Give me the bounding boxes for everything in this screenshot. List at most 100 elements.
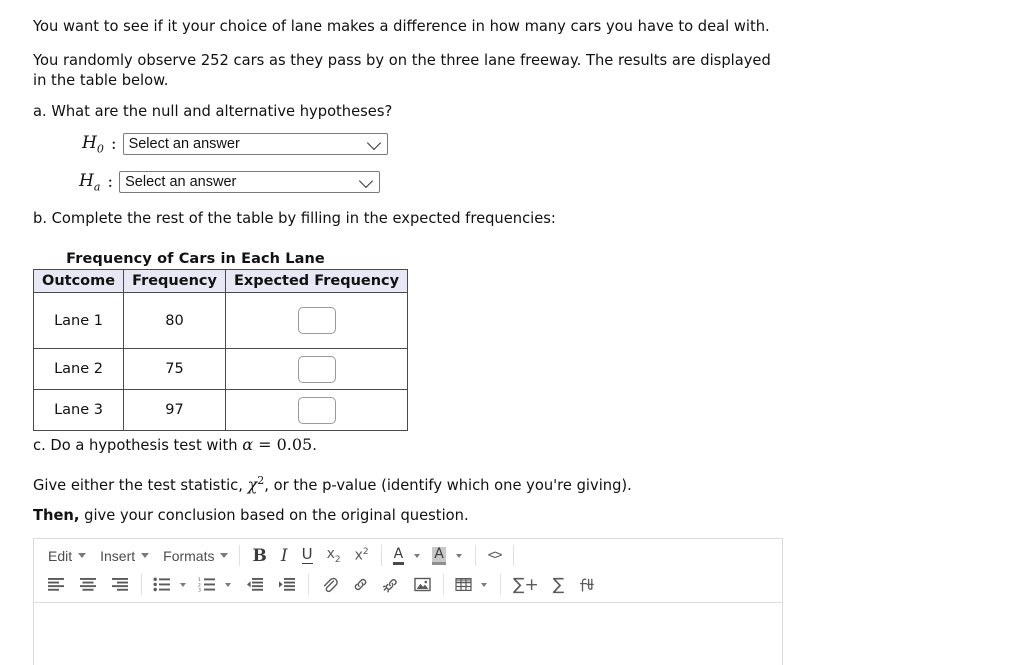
equals-symbol: = <box>253 435 277 454</box>
expected-frequency-input-lane-3[interactable] <box>297 396 336 424</box>
outdent-icon <box>247 578 263 591</box>
bullet-list-button[interactable] <box>147 572 174 597</box>
rich-text-editor: Edit Insert Formats B I U x2 x2 A A <> 1… <box>33 538 783 665</box>
toolbar-separator <box>513 545 515 566</box>
cell-outcome: Lane 1 <box>32 292 125 349</box>
table-row: Lane 2 75 <box>32 348 409 390</box>
part-c-text: c. Do a hypothesis test with <box>33 437 243 454</box>
toolbar-separator <box>500 574 501 595</box>
null-hypothesis-label: H0 <box>82 133 104 156</box>
source-code-button[interactable]: <> <box>481 543 509 568</box>
toolbar-separator <box>308 574 309 595</box>
svg-text:3: 3 <box>198 587 201 592</box>
edit-menu-label: Edit <box>48 547 73 564</box>
header-frequency: Frequency <box>123 269 226 293</box>
expected-frequency-input-lane-2[interactable] <box>297 355 336 383</box>
table-dropdown[interactable] <box>475 572 495 597</box>
chi-symbol: χ <box>247 474 258 494</box>
expected-frequency-input-lane-1[interactable] <box>297 307 336 334</box>
cell-outcome: Lane 2 <box>32 348 125 390</box>
attachment-icon <box>323 577 338 593</box>
header-outcome: Outcome <box>32 269 125 293</box>
text-color-button[interactable]: A <box>387 543 409 568</box>
text-color-dropdown[interactable] <box>408 543 428 568</box>
link-button[interactable] <box>345 572 376 597</box>
insert-menu[interactable]: Insert <box>92 543 155 568</box>
superscript-button[interactable]: x2 <box>348 543 376 568</box>
underline-button[interactable]: U <box>295 543 320 568</box>
indent-icon <box>279 578 295 591</box>
table-icon <box>455 578 472 592</box>
intro-paragraph-1: You want to see if it your choice of lan… <box>33 18 770 35</box>
alternative-hypothesis-colon: : <box>107 172 114 193</box>
chevron-down-icon <box>225 582 231 587</box>
alternative-hypothesis-row: Ha : Select an answer <box>79 171 381 194</box>
toolbar-separator <box>141 574 142 595</box>
insert-equation-button[interactable]: ∑+ <box>506 572 546 597</box>
subscript-icon: x2 <box>326 546 341 565</box>
highlight-color-dropdown[interactable] <box>450 543 470 568</box>
table-button[interactable] <box>449 572 475 597</box>
attachment-button[interactable] <box>314 572 345 597</box>
part-a-prompt: a. What are the null and alternative hyp… <box>33 103 393 120</box>
link-icon <box>354 578 367 591</box>
toolbar-row-1: Edit Insert Formats B I U x2 x2 A A <> <box>34 541 782 570</box>
subscript-button[interactable]: x2 <box>320 543 348 568</box>
outdent-button[interactable] <box>239 572 271 597</box>
alternative-hypothesis-select[interactable]: Select an answer <box>119 171 381 194</box>
edit-menu[interactable]: Edit <box>40 543 92 568</box>
worksheet-page: You want to see if it your choice of lan… <box>0 0 1024 665</box>
image-icon <box>414 577 431 592</box>
svg-text:1: 1 <box>198 577 201 583</box>
part-c-prompt: c. Do a hypothesis test with α = 0.05. <box>33 435 733 456</box>
math-function-icon <box>580 578 595 592</box>
align-center-button[interactable] <box>72 572 104 597</box>
image-button[interactable] <box>407 572 438 597</box>
chevron-down-icon <box>180 582 186 587</box>
table-row: Lane 3 97 <box>32 389 409 431</box>
formats-menu[interactable]: Formats <box>155 543 234 568</box>
chevron-down-icon <box>141 553 150 558</box>
cell-expected <box>224 389 409 431</box>
chevron-down-icon <box>481 582 487 587</box>
numbered-list-button[interactable]: 1 2 3 <box>194 572 219 597</box>
table-header-row: Outcome Frequency Expected Frequency <box>32 269 409 293</box>
cell-frequency: 97 <box>123 389 226 431</box>
chevron-down-icon <box>78 553 87 558</box>
null-hypothesis-colon: : <box>110 134 117 155</box>
numbered-list-icon: 1 2 3 <box>198 577 215 592</box>
unlink-button[interactable] <box>376 572 407 597</box>
test-statistic-prompt: Give either the test statistic, χ2, or t… <box>33 471 733 496</box>
chevron-down-icon <box>414 553 421 558</box>
chevron-down-icon <box>455 553 462 558</box>
toolbar-separator <box>474 545 476 566</box>
source-code-icon: <> <box>487 548 503 563</box>
part-b-prompt: b. Complete the rest of the table by fil… <box>33 210 556 227</box>
null-hypothesis-select[interactable]: Select an answer <box>122 133 388 156</box>
bold-button[interactable]: B <box>245 543 273 568</box>
indent-button[interactable] <box>271 572 303 597</box>
highlight-color-icon: A <box>432 546 446 565</box>
chevron-down-icon <box>359 174 374 189</box>
give-either-text: Give either the test statistic, <box>33 476 248 494</box>
bold-icon: B <box>252 545 267 566</box>
align-right-icon <box>112 578 128 591</box>
italic-icon: I <box>280 545 288 566</box>
italic-button[interactable]: I <box>274 543 295 568</box>
align-left-icon <box>48 578 64 591</box>
editor-content-area[interactable] <box>34 603 782 665</box>
cell-expected <box>224 348 409 390</box>
math-function-button[interactable] <box>571 572 603 597</box>
align-right-button[interactable] <box>104 572 136 597</box>
numbered-list-dropdown[interactable] <box>219 572 239 597</box>
highlight-color-button[interactable]: A <box>428 543 450 568</box>
bullet-list-dropdown[interactable] <box>174 572 194 597</box>
intro-paragraph-2: You randomly observe 252 cars as they pa… <box>33 52 771 89</box>
conclusion-prompt: Then, give your conclusion based on the … <box>33 506 733 526</box>
then-bold-text: Then, <box>33 507 80 524</box>
frequency-table: Outcome Frequency Expected Frequency Lan… <box>32 269 409 431</box>
align-left-button[interactable] <box>40 572 72 597</box>
sum-button[interactable]: ∑ <box>546 572 571 597</box>
alpha-symbol: α <box>242 435 254 454</box>
frequency-table-caption: Frequency of Cars in Each Lane <box>66 251 325 267</box>
